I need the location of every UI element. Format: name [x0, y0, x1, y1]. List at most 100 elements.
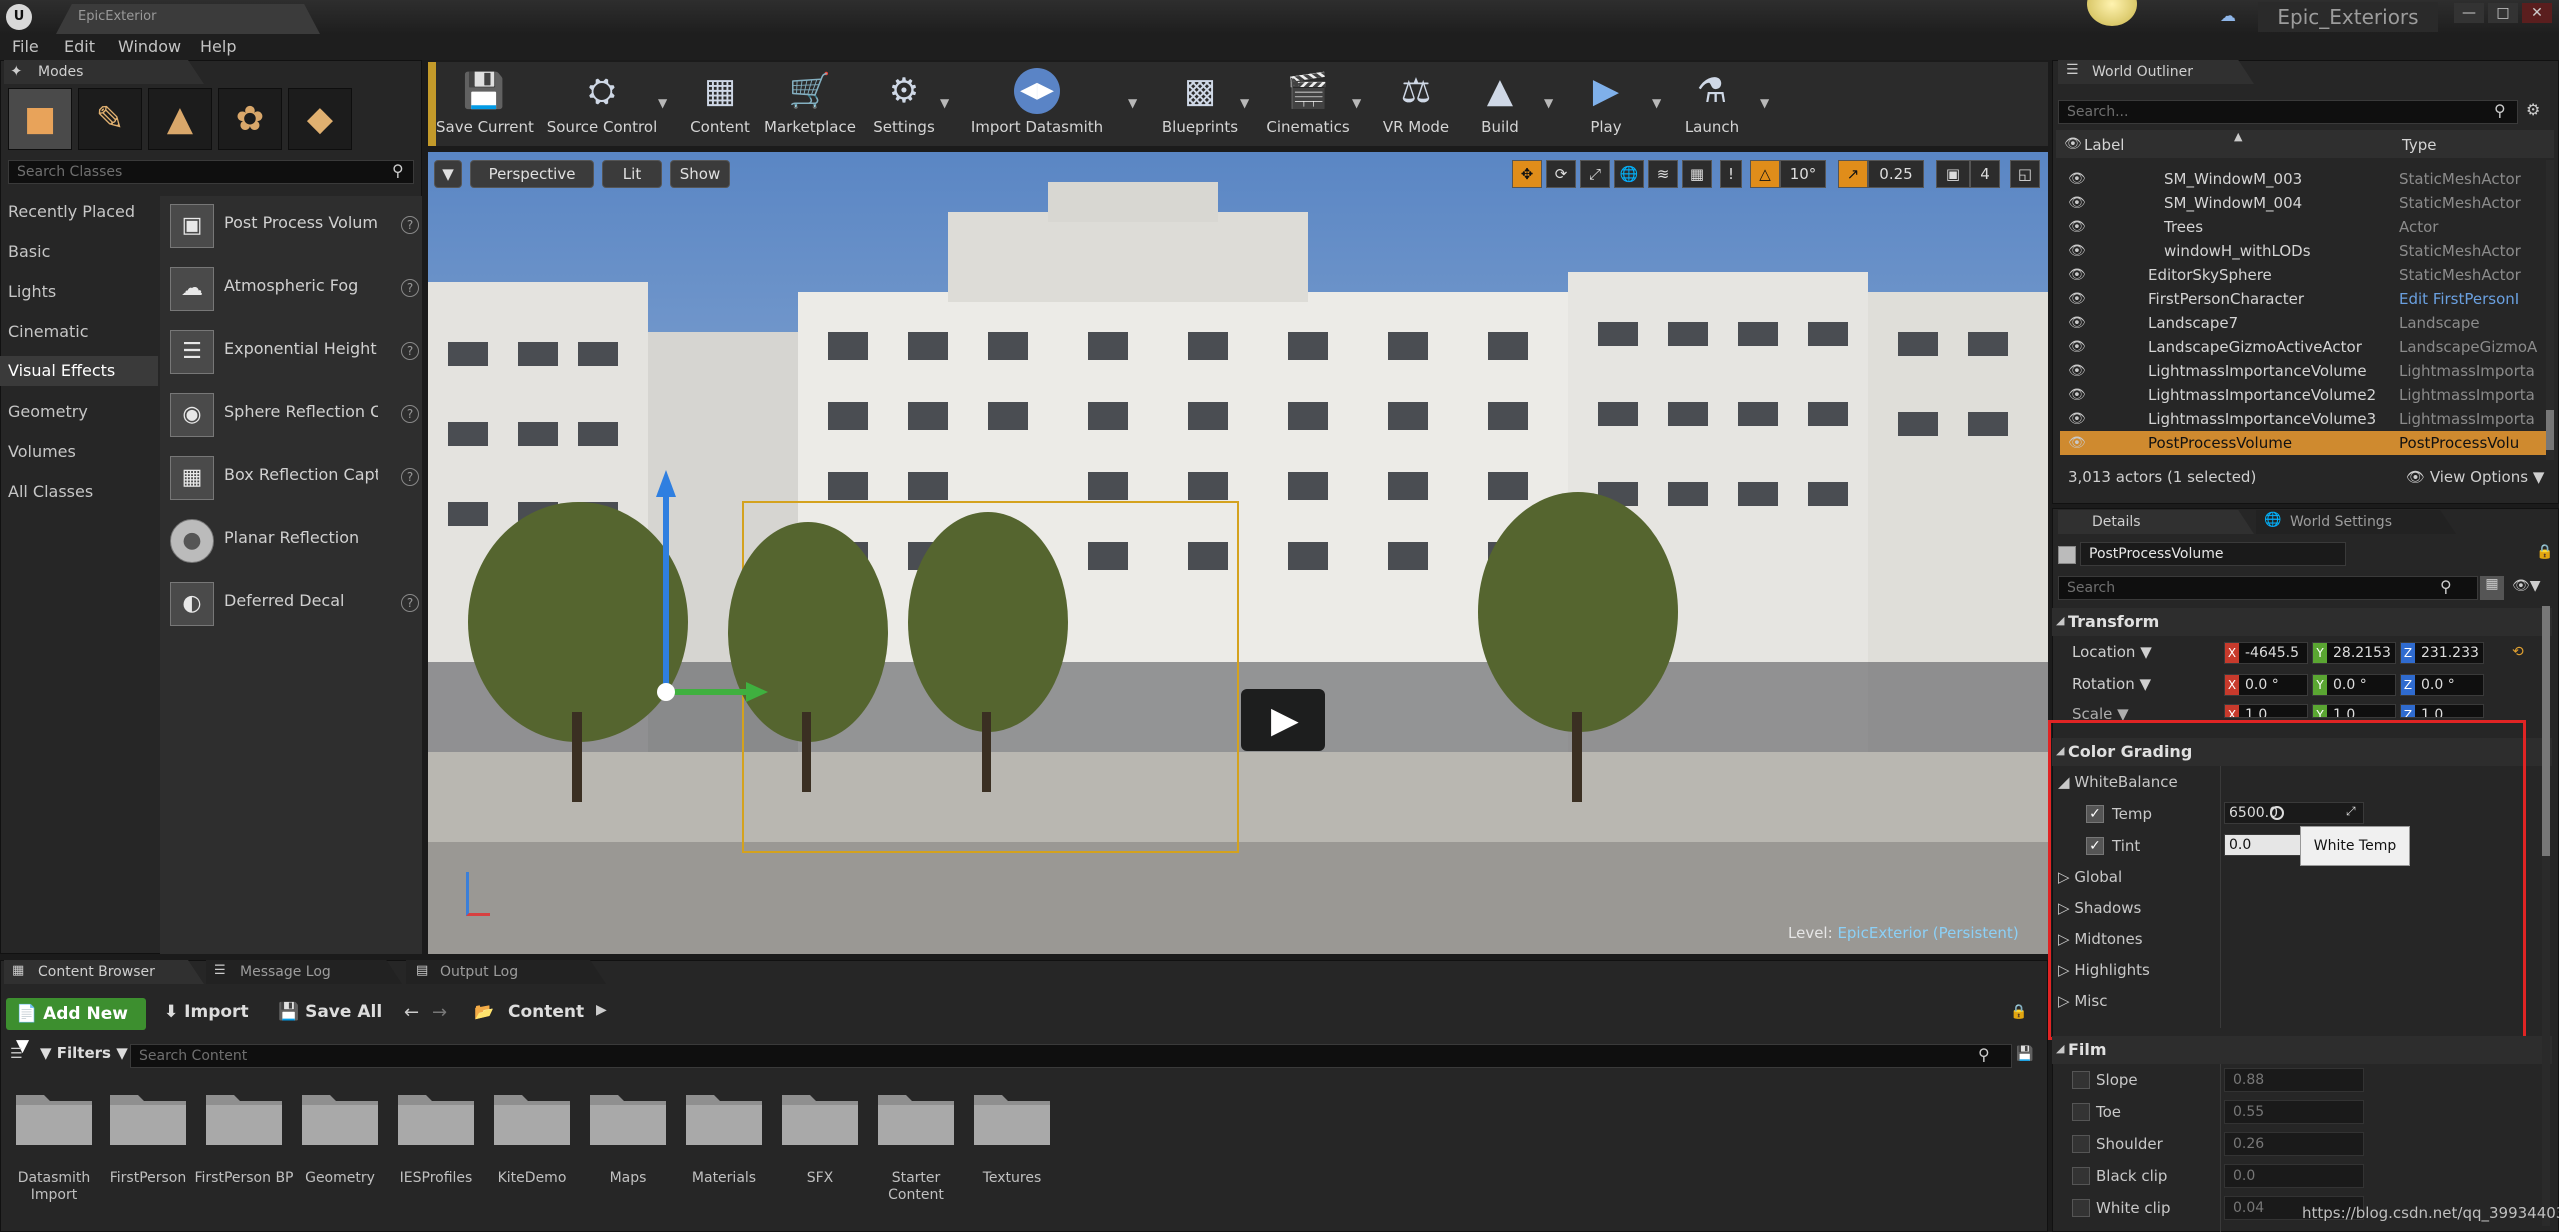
save-all-button[interactable]: 💾 Save All	[278, 1002, 382, 1022]
help-icon[interactable]: ?	[401, 216, 419, 234]
settings-button[interactable]: ⚙ Settings	[868, 62, 940, 146]
import-datasmith-dropdown-icon[interactable]: ▼	[1128, 96, 1137, 110]
level-tab[interactable]: EpicExterior	[56, 4, 320, 34]
search-classes-input[interactable]: Search Classes	[8, 160, 414, 184]
select-mode-icon[interactable]: ✥	[1512, 160, 1542, 188]
add-new-button[interactable]: 📄 Add New ▼	[6, 998, 146, 1056]
build-button[interactable]: ▲ Build	[1468, 62, 1532, 146]
outliner-search-input[interactable]: Search...	[2058, 100, 2518, 124]
scale-z-field[interactable]: Z 1.0	[2400, 704, 2484, 718]
folder-starter-content[interactable]	[876, 1085, 956, 1147]
forward-arrow-icon[interactable]: →	[432, 1002, 447, 1023]
content-button[interactable]: ▦ Content	[684, 62, 756, 146]
show-button[interactable]: Show	[670, 160, 730, 188]
outliner-settings-icon[interactable]: ⚙	[2526, 100, 2540, 119]
rotate-mode-icon[interactable]: ⟳	[1546, 160, 1576, 188]
category-geometry[interactable]: Geometry	[8, 402, 88, 421]
source-control-status-icon[interactable]: ☁	[2220, 6, 2242, 26]
visibility-icon[interactable]: 👁	[2068, 383, 2086, 407]
scale-snap-value[interactable]: 0.25	[1868, 160, 1924, 188]
visibility-icon[interactable]: 👁	[2068, 287, 2086, 311]
location-x-field[interactable]: X -4645.5	[2224, 642, 2308, 664]
settings-dropdown-icon[interactable]: ▼	[940, 96, 949, 110]
property-matrix-icon[interactable]: ▦	[2480, 576, 2504, 600]
angle-snap-icon[interactable]: △	[1750, 160, 1780, 188]
film-section-header[interactable]: Film	[2052, 1036, 2552, 1064]
view-options-button[interactable]: 👁 View Options ▼	[2406, 468, 2544, 486]
source-control-dropdown-icon[interactable]: ▼	[658, 96, 667, 110]
tab-world-outliner[interactable]: World Outliner	[2058, 60, 2254, 84]
visibility-icon[interactable]: 👁	[2068, 215, 2086, 239]
launch-dropdown-icon[interactable]: ▼	[1760, 96, 1769, 110]
category-cinematic[interactable]: Cinematic	[8, 322, 89, 341]
help-icon[interactable]: ?	[401, 405, 419, 423]
tab-world-settings[interactable]: World Settings	[2256, 510, 2456, 534]
object-name-input[interactable]: PostProcessVolume	[2080, 542, 2346, 566]
folder-kitedemo[interactable]	[492, 1085, 572, 1147]
folder-geometry[interactable]	[300, 1085, 380, 1147]
transform-section-header[interactable]: Transform	[2052, 608, 2552, 636]
level-viewport[interactable]	[428, 152, 2048, 954]
maximize-viewport-icon[interactable]: ◱	[2010, 160, 2040, 188]
outliner-row[interactable]: 👁 windowH_withLODs StaticMeshActor	[2060, 239, 2546, 263]
foliage-mode-icon[interactable]: ✿	[218, 88, 282, 150]
outliner-row[interactable]: 👁 Landscape7 Landscape	[2060, 311, 2546, 335]
launch-button[interactable]: ⚗ Launch	[1676, 62, 1748, 146]
shoulder-override-checkbox[interactable]	[2072, 1135, 2090, 1153]
vr-mode-button[interactable]: ⚖ VR Mode	[1372, 62, 1460, 146]
location-label[interactable]: Location ▼	[2072, 643, 2152, 661]
angle-snap-value[interactable]: 10°	[1780, 160, 1826, 188]
tab-content-browser[interactable]: Content Browser	[4, 960, 204, 984]
back-arrow-icon[interactable]: ←	[404, 1002, 419, 1023]
import-button[interactable]: ⬇ Import	[164, 1002, 249, 1022]
folder-datasmith-import[interactable]	[14, 1085, 94, 1147]
sources-toggle-icon[interactable]: ☰	[10, 1046, 23, 1062]
outliner-row[interactable]: 👁 LightmassImportanceVolume2 LightmassImpo…	[2060, 383, 2546, 407]
menu-window[interactable]: Window	[118, 37, 181, 56]
vfx-item-post-process-volume[interactable]: ▣ Post Process Volum ?	[166, 200, 421, 250]
details-search-input[interactable]: Search	[2058, 576, 2478, 600]
scale-snap-icon[interactable]: ↗	[1838, 160, 1868, 188]
camera-speed-value[interactable]: 4	[1970, 160, 2000, 188]
save-current-button[interactable]: 💾 Save Current	[436, 62, 534, 146]
folder-textures[interactable]	[972, 1085, 1052, 1147]
vfx-item-deferred-decal[interactable]: ◐ Deferred Decal ?	[166, 578, 421, 628]
location-y-field[interactable]: Y 28.2153	[2312, 642, 2396, 664]
marketplace-button[interactable]: 🛒 Marketplace	[762, 62, 858, 146]
world-local-icon[interactable]: 🌐	[1614, 160, 1644, 188]
outliner-row[interactable]: 👁 SM_WindowM_004 StaticMeshActor	[2060, 191, 2546, 215]
folder-iesprofiles[interactable]	[396, 1085, 476, 1147]
white-clip-override-checkbox[interactable]	[2072, 1199, 2090, 1217]
category-all-classes[interactable]: All Classes	[8, 482, 93, 501]
camera-speed-icon[interactable]: ▣	[1936, 160, 1970, 188]
black-clip-override-checkbox[interactable]	[2072, 1167, 2090, 1185]
blueprints-dropdown-icon[interactable]: ▼	[1240, 96, 1249, 110]
visibility-icon[interactable]: 👁	[2068, 407, 2086, 431]
minimize-button[interactable]: —	[2454, 3, 2484, 23]
category-lights[interactable]: Lights	[8, 282, 56, 301]
outliner-row[interactable]: 👁 LightmassImportanceVolume LightmassImpor…	[2060, 359, 2546, 383]
rotation-label[interactable]: Rotation ▼	[2072, 675, 2151, 693]
save-search-icon[interactable]: 💾	[2016, 1046, 2033, 1062]
scale-x-field[interactable]: X 1.0	[2224, 704, 2308, 718]
toe-override-checkbox[interactable]	[2072, 1103, 2090, 1121]
tab-modes[interactable]: Modes	[4, 60, 204, 84]
slope-override-checkbox[interactable]	[2072, 1071, 2090, 1089]
label-column-header[interactable]: Label	[2084, 136, 2124, 154]
rotation-y-field[interactable]: Y 0.0 °	[2312, 674, 2396, 696]
source-control-button[interactable]: ⛭ Source Control	[540, 62, 664, 146]
vfx-item-box-reflection-capture[interactable]: ▦ Box Reflection Captu ?	[166, 452, 421, 502]
category-visual-effects[interactable]: Visual Effects	[0, 356, 158, 386]
visibility-icon[interactable]: 👁	[2068, 239, 2086, 263]
vfx-item-planar-reflection[interactable]: ● Planar Reflection	[166, 515, 421, 565]
tab-output-log[interactable]: Output Log	[406, 960, 606, 984]
folder-maps[interactable]	[588, 1085, 668, 1147]
outliner-scrollbar[interactable]	[2546, 160, 2554, 460]
menu-help[interactable]: Help	[200, 37, 236, 56]
outliner-row[interactable]: 👁 SM_WindowM_003 StaticMeshActor	[2060, 167, 2546, 191]
vfx-item-sphere-reflection-capture[interactable]: ◉ Sphere Reflection Ca ?	[166, 389, 421, 439]
location-z-field[interactable]: Z 231.233	[2400, 642, 2484, 664]
cinematics-dropdown-icon[interactable]: ▼	[1352, 96, 1361, 110]
folder-sfx[interactable]	[780, 1085, 860, 1147]
category-basic[interactable]: Basic	[8, 242, 50, 261]
